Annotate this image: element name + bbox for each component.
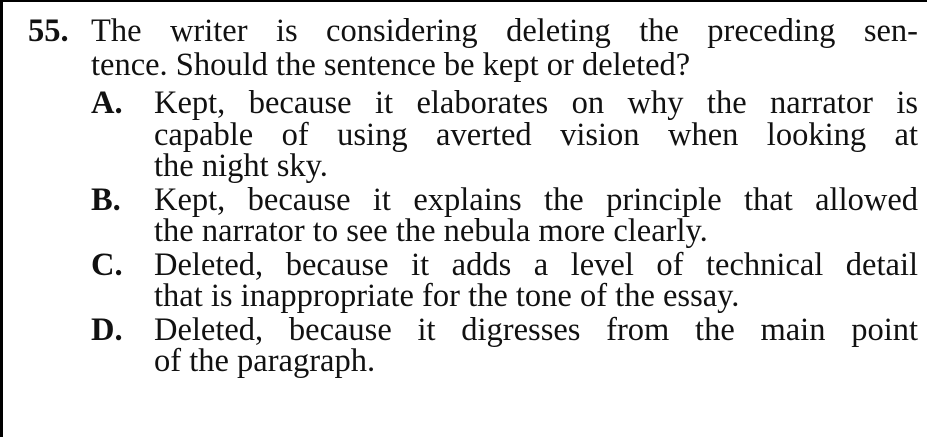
option-text-line: that is inappropriate for the tone of th… bbox=[154, 278, 740, 314]
option-text-line: the narrator to see the nebula more clea… bbox=[154, 213, 708, 249]
question-stem: 55. The writer is considering deleting t… bbox=[28, 14, 918, 82]
option-text-line: Kept, because it explains the principle … bbox=[154, 181, 918, 218]
option-b[interactable]: B. Kept, because it explains the princip… bbox=[91, 181, 918, 249]
question-55: 55. The writer is considering deleting t… bbox=[28, 14, 918, 380]
option-letter: B. bbox=[91, 181, 121, 218]
option-text-line: Deleted, because it adds a level of tech… bbox=[154, 246, 918, 283]
option-text-line: the night sky. bbox=[154, 148, 328, 184]
stem-line-2: tence. Should the sentence be kept or de… bbox=[91, 47, 691, 83]
option-text-line: Kept, because it elaborates on why the n… bbox=[154, 85, 918, 121]
option-d[interactable]: D. Deleted, because it digresses from th… bbox=[91, 311, 918, 379]
question-number: 55. bbox=[28, 13, 69, 49]
answer-options: A. Kept, because it elaborates on why th… bbox=[28, 85, 918, 379]
option-text-line: of the paragraph. bbox=[154, 343, 376, 379]
page-top-edge bbox=[0, 0, 927, 2]
option-letter: A. bbox=[91, 85, 123, 121]
option-text-line: capable of using averted vision when loo… bbox=[154, 116, 918, 153]
option-c[interactable]: C. Deleted, because it adds a level of t… bbox=[91, 246, 918, 314]
option-a[interactable]: A. Kept, because it elaborates on why th… bbox=[91, 85, 918, 184]
option-letter: D. bbox=[91, 311, 123, 348]
page-left-edge bbox=[0, 0, 3, 437]
stem-line-1: The writer is considering deleting the p… bbox=[91, 13, 918, 49]
option-letter: C. bbox=[91, 246, 123, 283]
option-text-line: Deleted, because it digresses from the m… bbox=[154, 311, 918, 348]
